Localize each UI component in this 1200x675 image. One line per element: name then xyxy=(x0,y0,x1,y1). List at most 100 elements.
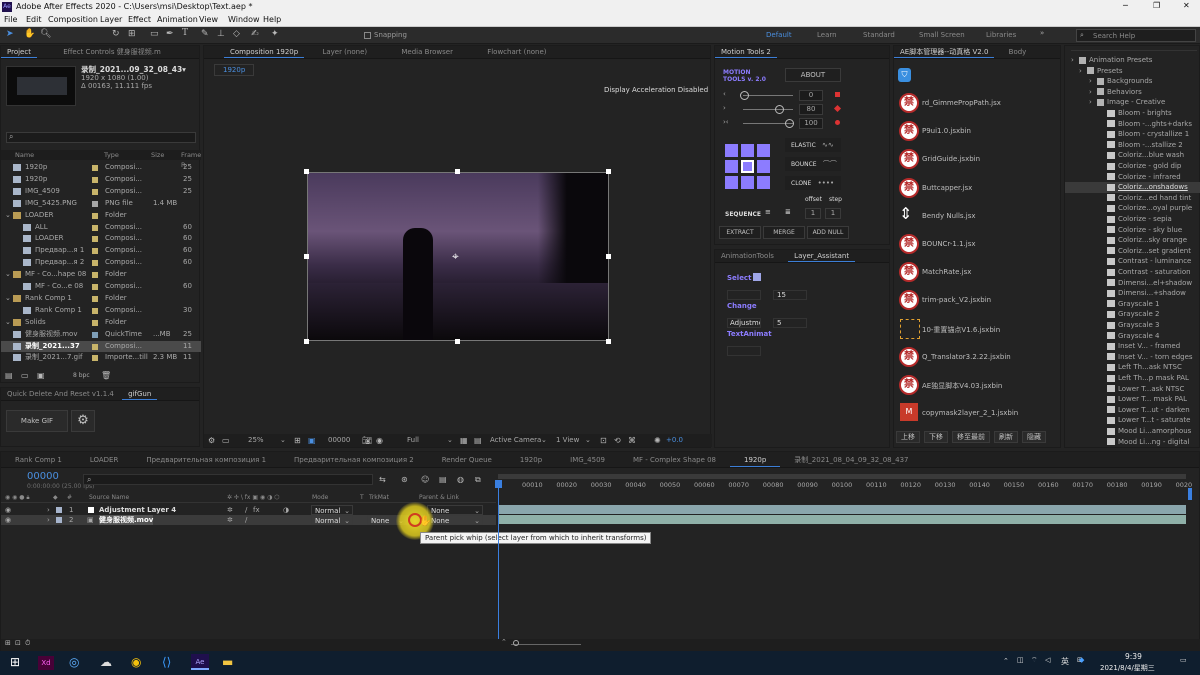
tab-layer[interactable]: Layer (none) xyxy=(316,46,373,58)
handle-bc[interactable] xyxy=(455,339,460,344)
project-item[interactable]: LOADER Composi... 60 xyxy=(1,233,201,244)
timeline-tab[interactable]: IMG_4509 xyxy=(556,452,619,467)
preset-item[interactable]: Colorize - infrared xyxy=(1065,172,1200,183)
project-item[interactable]: 健身服视频.mov QuickTime ...MB 25 xyxy=(1,329,201,340)
quality-icon[interactable]: / xyxy=(245,515,247,525)
tab-composition[interactable]: Composition 1920p xyxy=(224,46,305,58)
zoom-select[interactable]: 25% xyxy=(248,434,264,447)
label-swatch[interactable] xyxy=(56,507,62,513)
label-color-swatch[interactable] xyxy=(92,224,98,231)
interpret-footage-icon[interactable]: ▤ xyxy=(5,371,13,380)
sequence-stairs-icon-2[interactable]: ≣ xyxy=(785,208,791,216)
expand-icon[interactable]: › xyxy=(1079,66,1087,77)
timeline-tab[interactable]: 1920p xyxy=(506,452,556,467)
slider-knob[interactable] xyxy=(740,91,749,100)
project-item[interactable]: Предвар...я 2 Composi... 60 xyxy=(1,257,201,268)
menu-edit[interactable]: Edit xyxy=(26,15,42,24)
preset-item[interactable]: Colorize - gold dip xyxy=(1065,161,1200,172)
preset-item[interactable]: Coloriz...blue wash xyxy=(1065,150,1200,161)
fx-icon[interactable]: fx xyxy=(253,505,260,515)
sequence-step-field[interactable]: 1 xyxy=(825,208,841,219)
close-icon[interactable]: ✕ xyxy=(1183,1,1190,10)
anchor-grid[interactable] xyxy=(725,144,771,190)
preset-folder[interactable]: › Animation Presets xyxy=(1065,55,1200,66)
preset-item[interactable]: Colorize - sepia xyxy=(1065,214,1200,225)
always-preview-icon[interactable]: ⚙ xyxy=(208,434,215,447)
select-label[interactable]: Select xyxy=(727,274,751,282)
transparency-grid-icon[interactable]: ▦ xyxy=(460,434,468,447)
preset-item[interactable]: Coloriz...onshadows xyxy=(1065,182,1200,193)
expand-icon[interactable]: › xyxy=(1089,87,1097,98)
search-help-box[interactable]: ⌕ Search Help xyxy=(1076,29,1196,42)
ease-value-2[interactable]: 80 xyxy=(799,104,823,115)
project-item[interactable]: ⌄ LOADER Folder xyxy=(1,210,201,221)
project-item[interactable]: Предвар...я 1 Composi... 60 xyxy=(1,245,201,256)
preset-item[interactable]: Coloriz...ed hand tint xyxy=(1065,193,1200,204)
col-type[interactable]: Type xyxy=(104,150,119,160)
preset-item[interactable]: Grayscale 3 xyxy=(1065,320,1200,331)
script-item[interactable]: 禁 Buttcapper.jsx xyxy=(894,175,1062,201)
tab-script-manager[interactable]: AE脚本管理器--动真格 V2.0 xyxy=(894,46,995,58)
expand-icon[interactable]: › xyxy=(47,515,50,525)
timeline-search[interactable]: ⌕ xyxy=(83,474,373,485)
preset-item[interactable]: Inset V... - framed xyxy=(1065,341,1200,352)
handle-ml[interactable] xyxy=(304,254,309,259)
parent-dropdown[interactable]: None ⌄ xyxy=(427,505,483,515)
preset-item[interactable]: Inset V... - torn edges xyxy=(1065,352,1200,363)
project-item[interactable]: ALL Composi... 60 xyxy=(1,222,201,233)
project-item[interactable]: Rank Comp 1 Composi... 30 xyxy=(1,305,201,316)
preset-item[interactable]: Dimensi...el+shadow xyxy=(1065,278,1200,289)
preset-item[interactable]: Contrast - luminance xyxy=(1065,256,1200,267)
preset-item[interactable]: Dimensi...+shadow xyxy=(1065,288,1200,299)
preset-folder[interactable]: › Backgrounds xyxy=(1065,76,1200,87)
pen-tool-icon[interactable]: ✒ xyxy=(166,29,174,39)
resolution-select[interactable]: Full xyxy=(407,434,419,447)
preset-folder[interactable]: › Image - Creative xyxy=(1065,97,1200,108)
hand-tool-icon[interactable]: ✋ xyxy=(24,29,35,39)
tab-motion-tools[interactable]: Motion Tools 2 xyxy=(715,46,777,58)
network-icon[interactable]: ◫ xyxy=(1017,656,1024,664)
label-color-swatch[interactable] xyxy=(92,212,98,219)
rotate-tool-icon[interactable]: ↻ xyxy=(112,29,120,39)
qq-icon[interactable]: ◆ xyxy=(1079,656,1084,664)
brush-tool-icon[interactable]: ✎ xyxy=(201,29,209,39)
label-color-swatch[interactable] xyxy=(92,236,98,243)
workspace-standard[interactable]: Standard xyxy=(863,31,895,39)
script-item[interactable]: 禁 P9ui1.0.jsxbin xyxy=(894,118,1062,144)
clone-button[interactable]: CLONE •••• xyxy=(785,176,841,190)
fast-preview-icon[interactable]: ▤ xyxy=(474,434,482,447)
zoom-slider-knob[interactable] xyxy=(513,640,519,646)
minimize-icon[interactable]: ─ xyxy=(1123,1,1128,10)
notification-icon[interactable]: ▭ xyxy=(1180,656,1187,664)
label-color-swatch[interactable] xyxy=(92,200,98,207)
rectangle-tool-icon[interactable]: ▭ xyxy=(150,29,159,39)
tab-effect-controls[interactable]: Effect Controls 健身服视频.m xyxy=(57,46,167,58)
script-item[interactable]: 禁 Q_Translator3.2.22.jsxbin xyxy=(894,344,1062,370)
preset-item[interactable]: Grayscale 1 xyxy=(1065,299,1200,310)
sequence-offset-field[interactable]: 1 xyxy=(805,208,821,219)
current-time[interactable]: 00000 xyxy=(328,434,350,447)
change-field-b[interactable]: 5 xyxy=(773,318,807,328)
change-field-a[interactable]: Adjustme xyxy=(727,318,761,328)
timeline-tab[interactable]: LOADER xyxy=(76,452,133,467)
frame-blending-icon[interactable]: ▤ xyxy=(439,475,447,484)
handle-bl[interactable] xyxy=(304,339,309,344)
workspace-overflow-icon[interactable]: » xyxy=(1040,29,1044,37)
preset-item[interactable]: Left Th...ask NTSC xyxy=(1065,362,1200,373)
workspace-small-screen[interactable]: Small Screen xyxy=(919,31,965,39)
select-swatch[interactable] xyxy=(753,273,761,281)
comp-chip[interactable]: 1920p xyxy=(214,64,255,76)
label-color-swatch[interactable] xyxy=(92,307,98,314)
roto-brush-tool-icon[interactable]: ✍ xyxy=(251,29,259,39)
tab-body[interactable]: Body xyxy=(1003,46,1033,58)
channel-icon[interactable]: ◉ xyxy=(376,434,383,447)
make-gif-button[interactable]: Make GIF xyxy=(6,410,68,432)
about-button[interactable]: ABOUT xyxy=(785,68,841,82)
change-label[interactable]: Change xyxy=(727,302,757,310)
ease-value-1[interactable]: 0 xyxy=(799,90,823,101)
menu-effect[interactable]: Effect xyxy=(128,15,151,24)
clock-time[interactable]: 9:39 xyxy=(1125,652,1142,661)
label-color-swatch[interactable] xyxy=(92,355,98,362)
adjustment-icon[interactable]: ◑ xyxy=(283,505,289,515)
clock-date[interactable]: 2021/8/4/星期三 xyxy=(1100,663,1155,673)
